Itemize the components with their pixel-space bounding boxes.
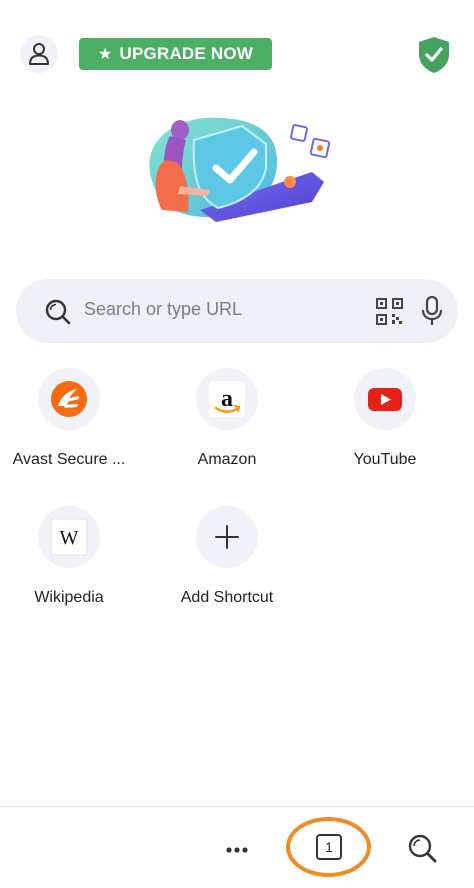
- star-icon: ★: [97, 46, 113, 63]
- security-status-button[interactable]: [416, 35, 452, 75]
- shortcut-youtube[interactable]: YouTube: [310, 368, 460, 488]
- shortcut-label: Amazon: [197, 451, 257, 468]
- security-illustration: [149, 117, 331, 222]
- add-shortcut-button[interactable]: Add Shortcut: [152, 506, 302, 626]
- qr-code-icon[interactable]: [376, 298, 403, 325]
- browser-home-screen: ★ UPGRADE NOW Search or type URL Avast S…: [0, 0, 474, 888]
- shortcut-label: Avast Secure ...: [12, 451, 126, 468]
- amazon-logo-icon: a: [209, 381, 245, 417]
- svg-text:W: W: [60, 527, 79, 549]
- shield-check-icon: [419, 37, 449, 73]
- tabs-count-button[interactable]: 1: [316, 834, 342, 860]
- svg-text:a: a: [221, 386, 233, 412]
- plus-icon: [215, 525, 239, 549]
- tab-count: 1: [325, 839, 333, 855]
- shortcut-icon-container: a: [196, 368, 258, 430]
- shortcut-icon-container: [196, 506, 258, 568]
- profile-button[interactable]: [20, 35, 58, 73]
- search-bar[interactable]: Search or type URL: [16, 279, 458, 343]
- shortcut-icon-container: W: [38, 506, 100, 568]
- shortcut-icon-container: [354, 368, 416, 430]
- shortcut-label: Wikipedia: [34, 589, 104, 606]
- upgrade-now-button[interactable]: ★ UPGRADE NOW: [79, 38, 272, 70]
- wikipedia-logo-icon: W: [50, 518, 88, 556]
- more-dots-icon[interactable]: [218, 835, 258, 865]
- youtube-logo-icon: [368, 388, 402, 411]
- bottom-toolbar: 1: [0, 806, 474, 888]
- shortcut-wikipedia[interactable]: W Wikipedia: [0, 506, 144, 626]
- upgrade-label: UPGRADE NOW: [119, 44, 254, 63]
- shortcut-label: YouTube: [353, 451, 417, 468]
- avast-logo-icon: [51, 381, 87, 417]
- shortcut-avast-secure-browser[interactable]: Avast Secure ...: [0, 368, 144, 488]
- shortcut-amazon[interactable]: a Amazon: [152, 368, 302, 488]
- shortcut-label: Add Shortcut: [180, 589, 274, 606]
- shortcut-icon-container: [38, 368, 100, 430]
- microphone-icon[interactable]: [421, 296, 443, 326]
- search-input[interactable]: Search or type URL: [84, 299, 242, 320]
- search-icon[interactable]: [405, 831, 439, 865]
- search-icon: [45, 299, 71, 325]
- user-icon: [29, 43, 49, 65]
